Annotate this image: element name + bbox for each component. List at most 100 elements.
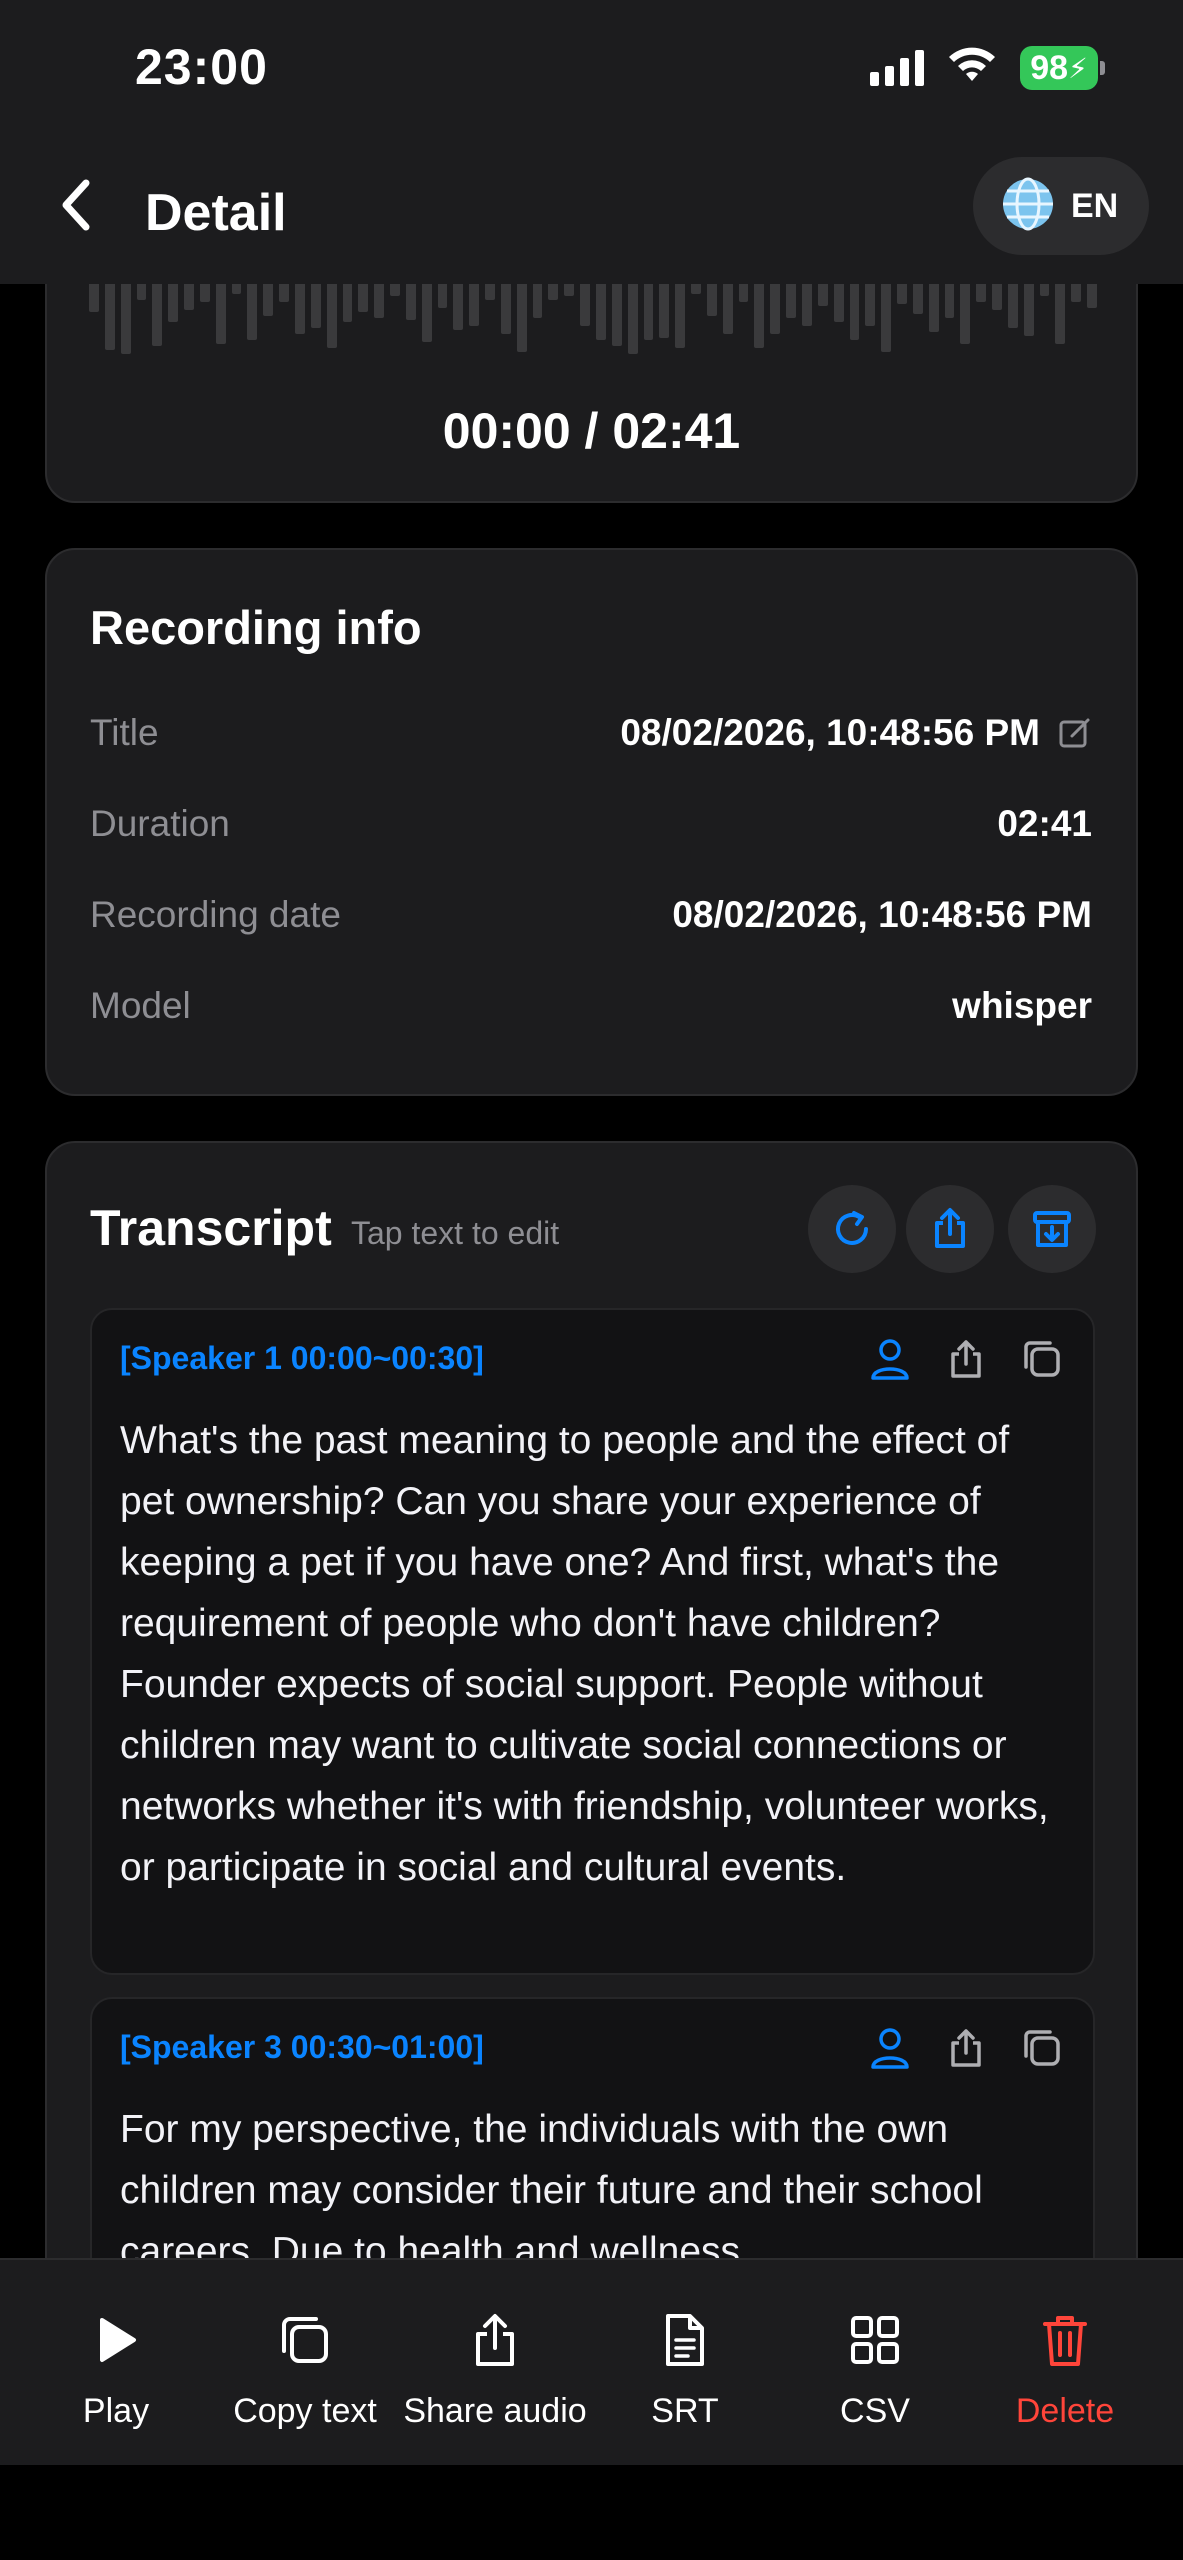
waveform-bar — [168, 282, 179, 322]
play-button[interactable]: Play — [21, 2310, 211, 2431]
waveform-bar — [770, 282, 781, 334]
speaker-icon[interactable] — [867, 2025, 913, 2071]
info-row-title: Title 08/02/2026, 10:48:56 PM — [90, 703, 1092, 763]
chevron-left-icon — [62, 179, 90, 231]
waveform-bar — [944, 282, 955, 318]
transcript-card: Transcript Tap text to edit [Speaker 1 0… — [45, 1141, 1138, 2341]
bottom-toolbar: Play Copy text Share audio SRT CSV Delet… — [0, 2258, 1183, 2465]
waveform-bar — [199, 282, 210, 302]
archive-button[interactable] — [1008, 1185, 1096, 1273]
waveform-bar — [643, 282, 654, 340]
info-value: whisper — [952, 985, 1092, 1026]
play-icon — [86, 2310, 146, 2370]
edit-icon[interactable] — [1058, 716, 1092, 750]
waveform-bar — [294, 282, 305, 334]
waveform-bar — [833, 282, 844, 322]
grid-icon — [845, 2310, 905, 2370]
speaker-icon[interactable] — [867, 1336, 913, 1382]
waveform-bar — [1039, 282, 1050, 296]
waveform-bar — [976, 282, 987, 302]
waveform-bar — [548, 282, 559, 300]
waveform-bar — [564, 282, 575, 296]
waveform-bar — [405, 282, 416, 320]
waveform-bar — [722, 282, 733, 334]
transcript-heading: Transcript — [90, 1200, 332, 1256]
waveform-bar — [279, 282, 289, 302]
waveform-bar — [865, 282, 876, 326]
segment-text[interactable]: What's the past meaning to people and th… — [120, 1410, 1065, 1898]
waveform-bar — [706, 282, 717, 316]
info-row-recording-date: Recording date 08/02/2026, 10:48:56 PM — [90, 885, 1092, 945]
waveform-bar — [801, 282, 812, 326]
play-label: Play — [82, 2392, 150, 2430]
info-label: Duration — [90, 803, 230, 844]
delete-button[interactable]: Delete — [970, 2310, 1160, 2431]
document-icon — [655, 2310, 715, 2370]
info-value: 08/02/2026, 10:48:56 PM — [620, 712, 1040, 753]
waveform-bar — [1087, 282, 1097, 308]
waveform-bar — [342, 282, 353, 322]
segment-text[interactable]: For my perspective, the individuals with… — [120, 2099, 1065, 2282]
waveform-bar — [89, 282, 99, 312]
battery-level: 98 — [1030, 48, 1069, 87]
waveform-bar — [754, 282, 765, 348]
page-title: Detail — [145, 184, 287, 242]
retranscribe-button[interactable] — [808, 1185, 896, 1273]
segment-header: [Speaker 3 00:30~01:00] — [120, 2029, 484, 2065]
copy-icon — [275, 2310, 335, 2370]
copy-text-label: Copy text — [233, 2392, 377, 2430]
waveform-bar — [960, 282, 971, 344]
status-time: 23:00 — [135, 39, 268, 95]
waveform-bar — [928, 282, 939, 332]
waveform[interactable] — [89, 282, 1097, 362]
info-row-model: Model whisper — [90, 976, 1092, 1036]
copy-segment-icon[interactable] — [1019, 1336, 1065, 1382]
waveform-bar — [390, 282, 400, 296]
copy-text-button[interactable]: Copy text — [210, 2310, 400, 2431]
srt-label: SRT — [651, 2392, 719, 2430]
transcript-segment: [Speaker 1 00:00~00:30] What's the past … — [90, 1308, 1095, 1975]
waveform-bar — [659, 282, 670, 338]
waveform-bar — [738, 282, 749, 302]
delete-label: Delete — [1015, 2392, 1115, 2430]
language-code: EN — [1071, 186, 1119, 225]
info-label: Title — [90, 712, 159, 753]
language-selector[interactable]: EN — [973, 157, 1149, 255]
csv-export-button[interactable]: CSV — [780, 2310, 970, 2431]
waveform-bar — [1071, 282, 1082, 302]
refresh-icon — [836, 1211, 868, 1245]
share-segment-icon[interactable] — [943, 1336, 989, 1382]
waveform-bar — [136, 282, 147, 300]
waveform-bar — [421, 282, 432, 342]
waveform-bar — [500, 282, 511, 334]
waveform-bar — [326, 282, 337, 348]
waveform-bar — [104, 282, 115, 350]
waveform-bar — [120, 282, 131, 354]
waveform-bar — [310, 282, 321, 328]
playback-time: 00:00 / 02:41 — [442, 403, 741, 459]
waveform-bar — [152, 282, 163, 346]
waveform-bar — [453, 282, 464, 330]
waveform-bar — [1055, 282, 1066, 344]
recording-info-heading: Recording info — [90, 601, 422, 654]
waveform-bar — [627, 282, 638, 354]
waveform-bar — [1023, 282, 1034, 336]
globe-icon — [1001, 177, 1055, 236]
share-transcript-button[interactable] — [906, 1185, 994, 1273]
share-segment-icon[interactable] — [943, 2025, 989, 2071]
wifi-icon — [946, 47, 998, 90]
info-label: Recording date — [90, 894, 341, 935]
waveform-bar — [532, 282, 543, 318]
title-value[interactable]: 08/02/2026, 10:48:56 PM — [620, 712, 1092, 754]
status-icons: 98 ⚡ — [870, 46, 1105, 90]
waveform-bar — [516, 282, 527, 352]
back-button[interactable] — [56, 175, 116, 245]
info-row-duration: Duration 02:41 — [90, 794, 1092, 854]
segment-header: [Speaker 1 00:00~00:30] — [120, 1340, 484, 1376]
copy-segment-icon[interactable] — [1019, 2025, 1065, 2071]
share-audio-button[interactable]: Share audio — [400, 2310, 590, 2431]
waveform-bar — [437, 282, 448, 308]
srt-export-button[interactable]: SRT — [590, 2310, 780, 2431]
waveform-bar — [184, 282, 194, 310]
waveform-bar — [1007, 282, 1018, 328]
